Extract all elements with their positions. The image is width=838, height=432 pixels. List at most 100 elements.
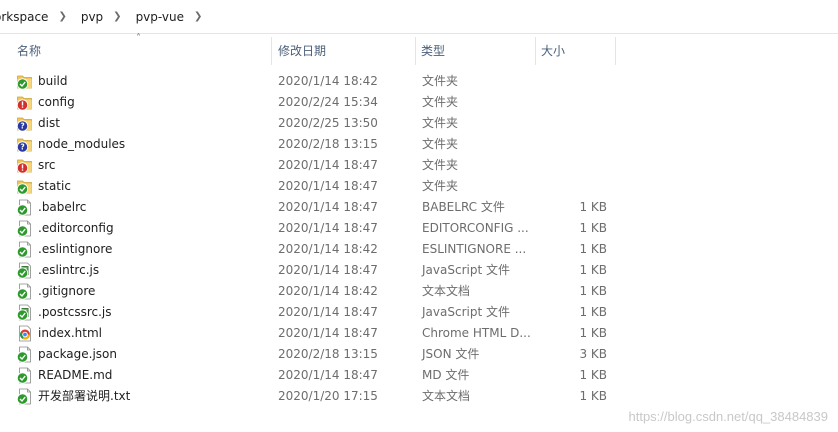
- file-date: 2020/1/14 18:47: [278, 221, 378, 235]
- file-type: 文件夹: [422, 179, 459, 193]
- file-type: Chrome HTML D...: [422, 326, 531, 340]
- file-size: 1 KB: [579, 326, 607, 340]
- file-name: .gitignore: [38, 284, 96, 298]
- file-row[interactable]: 开发部署说明.txt 2020/1/20 17:15 文本文档 1 KB: [0, 386, 838, 407]
- file-size: 1 KB: [579, 305, 607, 319]
- breadcrumb-item-pvp-vue[interactable]: pvp-vue: [136, 10, 184, 24]
- file-row[interactable]: ? dist 2020/2/25 13:50 文件夹: [0, 113, 838, 134]
- file-date: 2020/2/18 13:15: [278, 137, 378, 151]
- file-date: 2020/1/14 18:47: [278, 305, 378, 319]
- file-name: .editorconfig: [38, 221, 114, 235]
- file-ok-icon: [16, 388, 34, 405]
- column-header-name[interactable]: 名称: [17, 37, 41, 65]
- column-header-size[interactable]: 大小: [541, 37, 565, 65]
- file-type: MD 文件: [422, 368, 470, 382]
- file-ok-icon: [16, 367, 34, 384]
- file-row[interactable]: ? node_modules 2020/2/18 13:15 文件夹: [0, 134, 838, 155]
- column-divider[interactable]: [415, 37, 416, 65]
- folder-ok-icon: [16, 178, 34, 195]
- file-date: 2020/1/14 18:47: [278, 200, 378, 214]
- column-header-type[interactable]: 类型: [421, 37, 445, 65]
- file-date: 2020/1/14 18:42: [278, 242, 378, 256]
- file-date: 2020/1/14 18:47: [278, 158, 378, 172]
- column-header-date[interactable]: 修改日期: [278, 37, 326, 65]
- file-date: 2020/2/24 15:34: [278, 95, 378, 109]
- file-name: index.html: [38, 326, 102, 340]
- chevron-right-icon[interactable]: ❯: [113, 11, 121, 22]
- file-size: 1 KB: [579, 389, 607, 403]
- file-row[interactable]: .gitignore 2020/1/14 18:42 文本文档 1 KB: [0, 281, 838, 302]
- file-size: 3 KB: [579, 347, 607, 361]
- file-size: 1 KB: [579, 242, 607, 256]
- file-row[interactable]: build 2020/1/14 18:42 文件夹: [0, 71, 838, 92]
- file-ok-icon: [16, 199, 34, 216]
- file-name: dist: [38, 116, 60, 130]
- file-date: 2020/1/14 18:47: [278, 368, 378, 382]
- file-row[interactable]: .postcssrc.js 2020/1/14 18:47 JavaScript 文…: [0, 302, 838, 323]
- folder-modified-icon: [16, 94, 34, 111]
- file-row[interactable]: static 2020/1/14 18:47 文件夹: [0, 176, 838, 197]
- breadcrumb-item-workspace[interactable]: orkspace: [0, 10, 48, 24]
- file-type: JavaScript 文件: [422, 305, 510, 319]
- chevron-right-icon[interactable]: ❯: [194, 11, 202, 22]
- file-ok-icon: [16, 346, 34, 363]
- file-name: README.md: [38, 368, 113, 382]
- file-date: 2020/1/14 18:42: [278, 284, 378, 298]
- file-name: build: [38, 74, 68, 88]
- watermark: https://blog.csdn.net/qq_38484839: [628, 409, 829, 424]
- file-name: package.json: [38, 347, 118, 361]
- file-size: 1 KB: [579, 200, 607, 214]
- file-row[interactable]: index.html 2020/1/14 18:47 Chrome HTML D..…: [0, 323, 838, 344]
- column-divider[interactable]: [615, 37, 616, 65]
- file-date: 2020/2/25 13:50: [278, 116, 378, 130]
- file-type: 文件夹: [422, 137, 459, 151]
- file-type: JSON 文件: [422, 347, 480, 361]
- file-name: node_modules: [38, 137, 126, 151]
- file-size: 1 KB: [579, 221, 607, 235]
- file-name: config: [38, 95, 75, 109]
- breadcrumb: orkspace ❯ pvp ❯ pvp-vue ❯: [0, 0, 838, 34]
- file-type: EDITORCONFIG ...: [422, 221, 529, 235]
- file-size: 1 KB: [579, 368, 607, 382]
- svg-text:?: ?: [20, 143, 24, 152]
- file-name: 开发部署说明.txt: [38, 389, 131, 403]
- file-type: 文件夹: [422, 116, 459, 130]
- file-type: 文本文档: [422, 389, 471, 403]
- folder-unversioned-icon: ?: [16, 115, 34, 132]
- column-header-row: 名称 修改日期 类型 大小: [0, 37, 838, 65]
- js-file-ok-icon: [16, 262, 34, 279]
- file-ok-icon: [16, 241, 34, 258]
- breadcrumb-item-pvp[interactable]: pvp: [81, 10, 103, 24]
- folder-ok-icon: [16, 73, 34, 90]
- column-divider[interactable]: [535, 37, 536, 65]
- file-row[interactable]: .babelrc 2020/1/14 18:47 BABELRC 文件 1 KB: [0, 197, 838, 218]
- file-row[interactable]: config 2020/2/24 15:34 文件夹: [0, 92, 838, 113]
- file-row[interactable]: README.md 2020/1/14 18:47 MD 文件 1 KB: [0, 365, 838, 386]
- folder-modified-icon: [16, 157, 34, 174]
- file-name: .eslintrc.js: [38, 263, 100, 277]
- file-type: ESLINTIGNORE ...: [422, 242, 527, 256]
- file-type: 文件夹: [422, 74, 459, 88]
- file-name: .postcssrc.js: [38, 305, 112, 319]
- file-date: 2020/2/18 13:15: [278, 347, 378, 361]
- file-name: static: [38, 179, 71, 193]
- file-type: JavaScript 文件: [422, 263, 510, 277]
- file-row[interactable]: src 2020/1/14 18:47 文件夹: [0, 155, 838, 176]
- file-row[interactable]: package.json 2020/2/18 13:15 JSON 文件 3 KB: [0, 344, 838, 365]
- file-type: 文件夹: [422, 95, 459, 109]
- file-type: 文件夹: [422, 158, 459, 172]
- file-date: 2020/1/14 18:42: [278, 74, 378, 88]
- column-divider[interactable]: [271, 37, 272, 65]
- file-ok-icon: [16, 220, 34, 237]
- file-row[interactable]: .eslintrc.js 2020/1/14 18:47 JavaScript 文件…: [0, 260, 838, 281]
- js-file-ok-icon: [16, 304, 34, 321]
- file-name: src: [38, 158, 56, 172]
- file-size: 1 KB: [579, 263, 607, 277]
- file-date: 2020/1/14 18:47: [278, 263, 378, 277]
- file-list: build 2020/1/14 18:42 文件夹 config 2020/2/24 1…: [0, 71, 838, 407]
- chevron-right-icon[interactable]: ❯: [58, 11, 66, 22]
- chrome-html-icon: [16, 325, 34, 342]
- file-row[interactable]: .editorconfig 2020/1/14 18:47 EDITORCONFIG…: [0, 218, 838, 239]
- file-row[interactable]: .eslintignore 2020/1/14 18:42 ESLINTIGNORE…: [0, 239, 838, 260]
- file-date: 2020/1/14 18:47: [278, 179, 378, 193]
